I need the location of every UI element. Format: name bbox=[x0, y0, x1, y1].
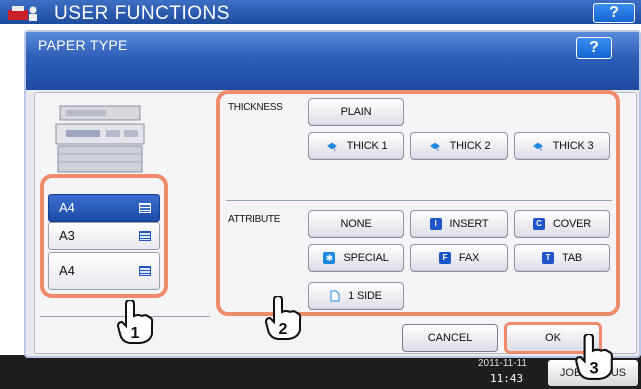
thick-3-button[interactable]: 3 THICK 3 bbox=[514, 132, 610, 160]
drawer-2[interactable]: A3 bbox=[48, 222, 160, 250]
section-divider bbox=[226, 200, 612, 201]
options-highlight bbox=[216, 90, 620, 316]
cover-icon: C bbox=[532, 218, 545, 230]
plain-button[interactable]: PLAIN bbox=[308, 98, 404, 126]
insert-icon: I bbox=[429, 218, 442, 230]
cover-button-label: COVER bbox=[552, 218, 592, 230]
insert-button-label: INSERT bbox=[449, 218, 489, 230]
star-icon: ✱ bbox=[323, 252, 336, 264]
fax-button[interactable]: F FAX bbox=[410, 244, 508, 272]
none-button-label: NONE bbox=[340, 218, 372, 230]
svg-text:3: 3 bbox=[539, 147, 542, 151]
annotation-2: 2 bbox=[279, 321, 288, 338]
copier-illustration-icon bbox=[54, 104, 146, 174]
annotation-3: 3 bbox=[589, 359, 598, 378]
pointing-hand-1-icon: 1 bbox=[116, 300, 154, 344]
ok-button-label: OK bbox=[545, 332, 561, 344]
tab-icon: T bbox=[542, 252, 554, 264]
tab-button-label: TAB bbox=[562, 252, 582, 264]
drawer-2-label: A3 bbox=[59, 228, 75, 243]
drawer-3[interactable]: A4 bbox=[48, 252, 160, 290]
pointing-hand-2-icon: 2 bbox=[264, 296, 302, 340]
paper-stack-icon bbox=[139, 203, 151, 213]
attribute-label: ATTRIBUTE bbox=[228, 214, 281, 225]
paper-stack-icon bbox=[139, 266, 151, 276]
thick-1-button[interactable]: 1 THICK 1 bbox=[308, 132, 404, 160]
clock-date: 2011-11-11 bbox=[478, 358, 527, 369]
drawer-1[interactable]: A4 bbox=[48, 194, 160, 222]
plain-button-label: PLAIN bbox=[340, 106, 372, 118]
user-functions-logo-icon bbox=[8, 6, 37, 21]
thickness-label: THICKNESS bbox=[228, 102, 283, 113]
app-help-button[interactable]: ? bbox=[593, 3, 635, 23]
thick-2-button-label: THICK 2 bbox=[449, 140, 491, 152]
paper-stack-icon bbox=[139, 231, 151, 241]
app-title: USER FUNCTIONS bbox=[54, 3, 230, 24]
paper-thick-2-icon: 2 bbox=[429, 142, 440, 151]
paper-thick-3-icon: 3 bbox=[532, 142, 543, 151]
clock-time: 11:43 bbox=[490, 372, 524, 385]
insert-button[interactable]: I INSERT bbox=[410, 210, 508, 238]
none-button[interactable]: NONE bbox=[308, 210, 404, 238]
drawer-3-label: A4 bbox=[59, 263, 75, 278]
thick-2-button[interactable]: 2 THICK 2 bbox=[410, 132, 508, 160]
drawer-1-label: A4 bbox=[59, 200, 75, 215]
cover-button[interactable]: C COVER bbox=[514, 210, 610, 238]
pointing-hand-3-icon: 3 bbox=[575, 334, 614, 380]
dialog-help-button[interactable]: ? bbox=[576, 37, 612, 59]
status-bar bbox=[0, 355, 641, 389]
svg-text:1: 1 bbox=[333, 147, 336, 151]
annotation-1: 1 bbox=[131, 325, 140, 342]
one-side-button[interactable]: 1 SIDE bbox=[308, 282, 404, 310]
tab-button[interactable]: T TAB bbox=[514, 244, 610, 272]
dialog-title: PAPER TYPE bbox=[38, 37, 128, 53]
fax-icon: F bbox=[438, 252, 451, 264]
paper-thick-1-icon: 1 bbox=[326, 142, 337, 151]
page-icon bbox=[330, 290, 340, 302]
svg-text:2: 2 bbox=[436, 147, 439, 151]
cancel-button[interactable]: CANCEL bbox=[402, 324, 498, 352]
dialog-message-bar bbox=[26, 60, 639, 90]
fax-button-label: FAX bbox=[458, 252, 480, 264]
special-button[interactable]: ✱ SPECIAL bbox=[308, 244, 404, 272]
thick-1-button-label: THICK 1 bbox=[346, 140, 388, 152]
one-side-button-label: 1 SIDE bbox=[348, 290, 382, 302]
thick-3-button-label: THICK 3 bbox=[552, 140, 594, 152]
special-button-label: SPECIAL bbox=[343, 252, 389, 264]
